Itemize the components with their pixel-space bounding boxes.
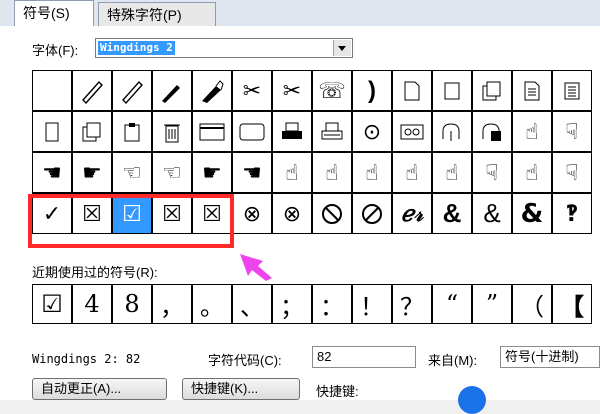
from-label: 来自(M): [428, 353, 478, 368]
recent-symbol[interactable]: 。 [192, 284, 232, 324]
shortcut-label: 快捷键: [316, 384, 359, 399]
recent-symbol[interactable]: 、 [232, 284, 272, 324]
font-code-text: Wingdings 2: 82 [32, 352, 141, 366]
recent-symbol[interactable]: 8 [112, 284, 152, 324]
recent-symbol[interactable]: 【 [552, 284, 592, 324]
recent-symbol[interactable]: ！ [352, 284, 392, 324]
tab-bar: 符号(S) 特殊字符(P) [0, 0, 600, 27]
recent-symbol[interactable]: ？ [392, 284, 432, 324]
recent-symbol[interactable]: ， [152, 284, 192, 324]
tab-special-characters[interactable]: 特殊字符(P) [98, 2, 216, 26]
char-code-input[interactable]: 82 [312, 346, 416, 368]
autocorrect-button[interactable]: 自动更正(A)... [32, 378, 167, 400]
annotation-arrow-icon [240, 254, 272, 281]
recent-symbol[interactable]: ☑ [32, 284, 72, 324]
recent-symbol[interactable]: ； [272, 284, 312, 324]
recent-symbol[interactable]: 4 [72, 284, 112, 324]
recent-symbol[interactable]: ” [472, 284, 512, 324]
recent-symbol[interactable]: “ [432, 284, 472, 324]
symbol-panel: 字体(F): Wingdings 2 ✂ ✂ ☏ ) ⊙ ☝ ☟ ☚ ☛ ☜ ☜… [0, 26, 600, 414]
blue-circle-icon [458, 386, 486, 414]
recent-symbol[interactable]: （ [512, 284, 552, 324]
from-select[interactable]: 符号(十进制) [500, 346, 600, 368]
char-code-label: 字符代码(C): [208, 353, 282, 368]
tab-symbols[interactable]: 符号(S) [14, 0, 94, 27]
recent-symbols-label: 近期使用过的符号(R): [32, 265, 158, 280]
shortcut-key-button[interactable]: 快捷键(K)... [182, 378, 300, 400]
recent-symbol[interactable]: ： [312, 284, 352, 324]
